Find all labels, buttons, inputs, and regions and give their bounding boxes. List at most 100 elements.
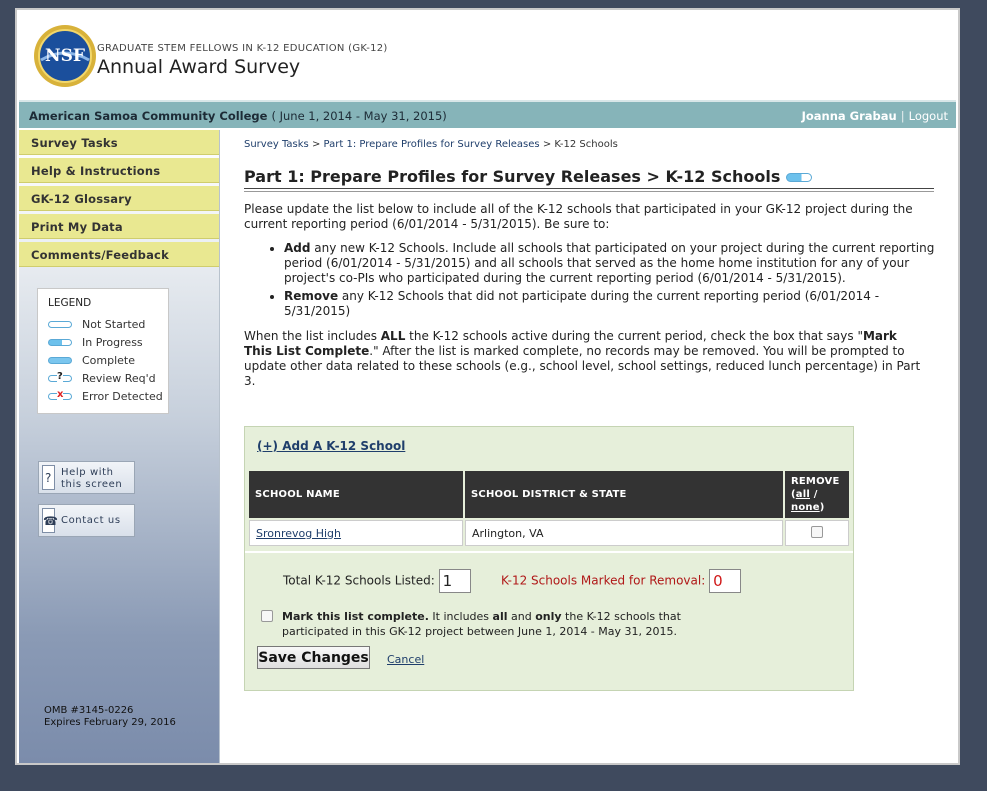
logout-link[interactable]: Logout bbox=[909, 109, 948, 123]
instruction-item: Remove any K-12 Schools that did not par… bbox=[284, 289, 944, 319]
program-subtitle: GRADUATE STEM FELLOWS IN K-12 EDUCATION … bbox=[97, 43, 388, 54]
status-review-icon: ? bbox=[48, 370, 72, 383]
section-heading-text: Part 1: Prepare Profiles for Survey Rele… bbox=[244, 167, 781, 186]
nav-comments-feedback[interactable]: Comments/Feedback bbox=[19, 242, 219, 267]
schools-panel: (+) Add A K-12 School SCHOOL NAME SCHOOL… bbox=[244, 426, 854, 691]
school-name-link[interactable]: Sronrevog High bbox=[256, 527, 341, 540]
remove-header-label: REMOVE bbox=[791, 476, 840, 487]
remove-none-link[interactable]: none bbox=[791, 502, 820, 513]
school-district-cell: Arlington, VA bbox=[465, 520, 783, 546]
remove-link-separator: / bbox=[813, 489, 818, 500]
instruction-item: Add any new K-12 Schools. Include all sc… bbox=[284, 241, 944, 286]
column-school-name: SCHOOL NAME bbox=[249, 471, 463, 518]
instruction-list: Add any new K-12 Schools. Include all sc… bbox=[244, 241, 944, 319]
mark-complete-checkbox[interactable] bbox=[261, 610, 273, 622]
sidebar: Survey Tasks Help & Instructions GK-12 G… bbox=[19, 130, 220, 763]
omb-number: OMB #3145-0226 bbox=[44, 705, 134, 716]
help-line1: Help with bbox=[61, 467, 114, 478]
status-not-started-icon bbox=[48, 320, 72, 328]
instruction-text: any new K-12 Schools. Include all school… bbox=[284, 241, 935, 285]
mark-complete-option: Mark this list complete. It includes all… bbox=[261, 609, 711, 639]
status-legend: LEGEND Not Started In Progress Complete … bbox=[37, 288, 169, 414]
contact-button-label: Contact us bbox=[61, 515, 121, 526]
breadcrumb-current: K-12 Schools bbox=[554, 139, 618, 150]
main-content: Survey Tasks > Part 1: Prepare Profiles … bbox=[244, 130, 944, 389]
omb-expiry: Expires February 29, 2016 bbox=[44, 717, 176, 728]
page-title: Annual Award Survey bbox=[97, 56, 301, 78]
reporting-period: ( June 1, 2014 - May 31, 2015) bbox=[271, 109, 447, 123]
omb-notice: OMB #3145-0226 Expires February 29, 2016 bbox=[44, 705, 176, 729]
mark-complete-emphasis: all bbox=[492, 610, 508, 623]
removal-count-field[interactable]: 0 bbox=[709, 569, 742, 593]
schools-table: SCHOOL NAME SCHOOL DISTRICT & STATE REMO… bbox=[247, 469, 851, 548]
legend-label: Not Started bbox=[82, 317, 146, 331]
review-mark: ? bbox=[57, 370, 63, 383]
legend-title: LEGEND bbox=[48, 297, 92, 309]
status-complete-icon bbox=[48, 356, 72, 364]
mark-complete-desc: and bbox=[507, 610, 536, 623]
completion-text: When the list includes bbox=[244, 329, 381, 343]
institution-name: American Samoa Community College ( June … bbox=[29, 109, 447, 123]
mark-complete-text: Mark this list complete. It includes all… bbox=[282, 609, 711, 639]
breadcrumb-part1[interactable]: Part 1: Prepare Profiles for Survey Rele… bbox=[324, 139, 540, 150]
completion-instructions: When the list includes ALL the K-12 scho… bbox=[244, 329, 924, 389]
nav-survey-tasks[interactable]: Survey Tasks bbox=[19, 130, 219, 155]
table-header-row: SCHOOL NAME SCHOOL DISTRICT & STATE REMO… bbox=[249, 471, 849, 518]
help-line2: this screen bbox=[61, 479, 123, 490]
user-area: Joanna Grabau | Logout bbox=[802, 109, 948, 123]
help-screen-button[interactable]: ? Help with this screen bbox=[38, 461, 135, 494]
total-schools: Total K-12 Schools Listed: 1 bbox=[283, 569, 471, 593]
instruction-text: any K-12 Schools that did not participat… bbox=[284, 289, 880, 318]
total-schools-field[interactable]: 1 bbox=[438, 569, 471, 593]
cancel-link[interactable]: Cancel bbox=[387, 653, 424, 666]
column-district-state: SCHOOL DISTRICT & STATE bbox=[465, 471, 783, 518]
survey-window: NSF GRADUATE STEM FELLOWS IN K-12 EDUCAT… bbox=[15, 8, 960, 765]
nav-glossary[interactable]: GK-12 Glossary bbox=[19, 186, 219, 211]
mark-complete-desc: It includes bbox=[428, 610, 493, 623]
removal-count-label: K-12 Schools Marked for Removal: bbox=[501, 573, 706, 588]
user-separator: | bbox=[900, 109, 905, 123]
legend-label: Complete bbox=[82, 353, 136, 367]
breadcrumb-survey-tasks[interactable]: Survey Tasks bbox=[244, 139, 309, 150]
header: NSF GRADUATE STEM FELLOWS IN K-12 EDUCAT… bbox=[19, 12, 956, 98]
table-row: Sronrevog High Arlington, VA bbox=[249, 520, 849, 546]
remove-checkbox[interactable] bbox=[811, 525, 823, 538]
status-in-progress-icon bbox=[48, 338, 72, 346]
total-schools-label: Total K-12 Schools Listed: bbox=[283, 573, 435, 588]
legend-row: Complete bbox=[48, 351, 168, 369]
remove-all-link[interactable]: all bbox=[796, 489, 810, 500]
completion-emphasis: ALL bbox=[380, 329, 406, 343]
intro-text: Please update the list below to include … bbox=[244, 202, 913, 231]
remove-cell bbox=[785, 520, 849, 546]
completion-text: the K-12 schools active during the curre… bbox=[405, 329, 863, 343]
panel-divider bbox=[245, 551, 853, 553]
status-in-progress-icon bbox=[786, 173, 813, 182]
breadcrumb-separator: > bbox=[542, 139, 552, 150]
question-icon: ? bbox=[42, 465, 55, 490]
column-remove: REMOVE (all / none) bbox=[785, 471, 849, 518]
school-name-cell: Sronrevog High bbox=[249, 520, 463, 546]
legend-label: Review Req'd bbox=[82, 371, 156, 385]
legend-row: In Progress bbox=[48, 333, 168, 351]
contact-us-button[interactable]: ☎ Contact us bbox=[38, 504, 135, 537]
error-mark: x bbox=[57, 388, 64, 401]
nav-print-data[interactable]: Print My Data bbox=[19, 214, 219, 239]
breadcrumb-separator: > bbox=[311, 139, 321, 150]
mark-complete-label: Mark this list complete. bbox=[282, 610, 429, 623]
legend-label: Error Detected bbox=[82, 389, 163, 403]
mark-complete-emphasis: only bbox=[535, 610, 562, 623]
nav-help-instructions[interactable]: Help & Instructions bbox=[19, 158, 219, 183]
status-error-icon: x bbox=[48, 388, 72, 401]
legend-label: In Progress bbox=[82, 335, 143, 349]
user-name: Joanna Grabau bbox=[801, 109, 897, 123]
add-school-link[interactable]: (+) Add A K-12 School bbox=[257, 439, 405, 453]
instruction-verb: Add bbox=[284, 241, 311, 255]
logo-text: NSF bbox=[45, 46, 85, 66]
help-button-text: Help with this screen bbox=[61, 467, 122, 491]
removal-count: K-12 Schools Marked for Removal: 0 bbox=[501, 569, 742, 593]
instruction-verb: Remove bbox=[284, 289, 339, 303]
breadcrumb: Survey Tasks > Part 1: Prepare Profiles … bbox=[244, 139, 944, 150]
save-changes-button[interactable]: Save Changes bbox=[257, 646, 370, 669]
legend-row: x Error Detected bbox=[48, 387, 168, 405]
nsf-logo: NSF bbox=[34, 25, 96, 87]
